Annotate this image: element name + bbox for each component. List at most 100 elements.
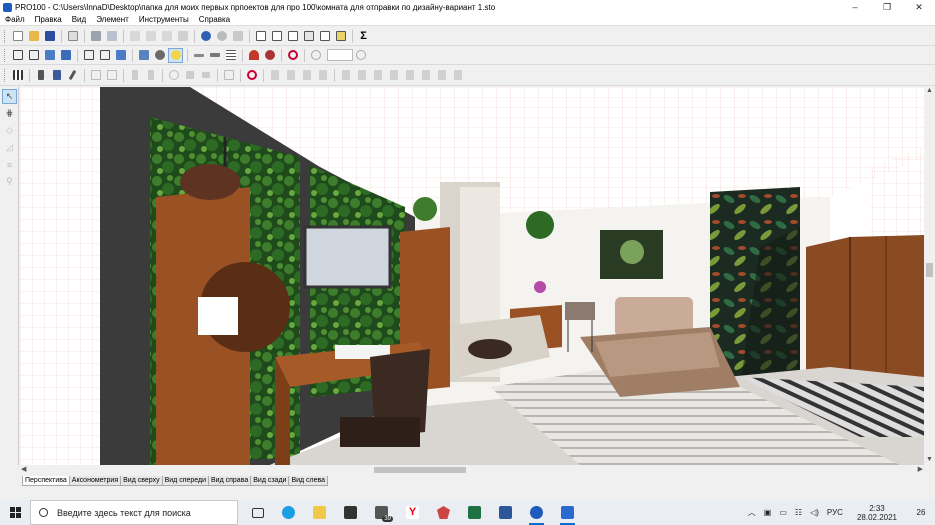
menu-tools[interactable]: Инструменты: [134, 15, 194, 24]
word-icon[interactable]: [490, 500, 521, 525]
grid-icon[interactable]: [223, 48, 238, 63]
flip-icon[interactable]: [434, 68, 449, 83]
mail-icon[interactable]: 39: [366, 500, 397, 525]
taskbar-search-box[interactable]: Введите здесь текст для поиска: [30, 500, 238, 525]
yandex-icon[interactable]: Y: [397, 500, 428, 525]
volume-icon[interactable]: ◁): [810, 508, 819, 517]
rotate-icon[interactable]: [104, 68, 119, 83]
scroll-up-icon[interactable]: ▲: [925, 87, 934, 96]
hidden-lines-icon[interactable]: [26, 48, 41, 63]
erase-tool-icon[interactable]: ◇: [2, 123, 17, 138]
copy-icon[interactable]: [143, 29, 158, 44]
group-icon[interactable]: [221, 68, 236, 83]
maximize-button[interactable]: ❐: [871, 0, 903, 14]
distribute-h-icon[interactable]: [370, 68, 385, 83]
menu-edit[interactable]: Правка: [30, 15, 67, 24]
scroll-right-icon[interactable]: ▶: [918, 465, 923, 473]
security-icon[interactable]: [428, 500, 459, 525]
toolbar-grip[interactable]: [4, 29, 7, 43]
view-wall-icon[interactable]: [81, 48, 96, 63]
camera-icon[interactable]: ▣: [764, 508, 772, 517]
file-explorer-icon[interactable]: [304, 500, 335, 525]
materials-icon[interactable]: [301, 29, 316, 44]
tab-axonometry[interactable]: Аксонометрия: [68, 476, 122, 486]
close-button[interactable]: ✕: [903, 0, 935, 14]
notifications-icon[interactable]: 26: [911, 500, 931, 525]
align-top-icon[interactable]: [315, 68, 330, 83]
tab-back-view[interactable]: Вид сзади: [250, 476, 290, 486]
align-middle-icon[interactable]: [338, 68, 353, 83]
mirror-icon[interactable]: [127, 68, 142, 83]
dimension-icon[interactable]: [191, 48, 206, 63]
stop-icon[interactable]: [244, 68, 259, 83]
wireframe-icon[interactable]: [10, 48, 25, 63]
measure-tool-icon[interactable]: ≡: [2, 157, 17, 172]
pro100-taskbar-icon[interactable]: [521, 500, 552, 525]
network-icon[interactable]: ☷: [795, 508, 802, 517]
move-up-icon[interactable]: [33, 68, 48, 83]
undo-icon[interactable]: [198, 29, 213, 44]
align-center-icon[interactable]: [283, 68, 298, 83]
excel-icon[interactable]: [459, 500, 490, 525]
properties-icon[interactable]: [65, 29, 80, 44]
reports-icon[interactable]: [269, 29, 284, 44]
menu-element[interactable]: Элемент: [91, 15, 134, 24]
start-button[interactable]: [0, 500, 30, 525]
edit-icon[interactable]: [65, 68, 80, 83]
align-left-icon[interactable]: [267, 68, 282, 83]
zoom-in-icon[interactable]: [308, 48, 323, 63]
task-view-icon[interactable]: [242, 500, 273, 525]
align-bottom-icon[interactable]: [354, 68, 369, 83]
clock[interactable]: 2:33 28.02.2021: [853, 504, 901, 522]
vertical-scrollbar[interactable]: ▲ ▼: [924, 87, 935, 465]
hatch-tool-icon[interactable]: ⋕: [2, 106, 17, 121]
rotate-cw-icon[interactable]: [166, 68, 181, 83]
menu-view[interactable]: Вид: [67, 15, 91, 24]
menu-help[interactable]: Справка: [194, 15, 235, 24]
sum-icon[interactable]: Σ: [356, 29, 371, 44]
size-icon[interactable]: [402, 68, 417, 83]
zoom-level-field[interactable]: [327, 49, 353, 61]
size-match-icon[interactable]: [418, 68, 433, 83]
tab-front-view[interactable]: Вид спереди: [161, 476, 210, 486]
minimize-button[interactable]: –: [839, 0, 871, 14]
zoom-tool-icon[interactable]: ⚲: [2, 174, 17, 189]
vertical-scroll-thumb[interactable]: [926, 263, 933, 277]
reset-icon[interactable]: [450, 68, 465, 83]
catalog-icon[interactable]: [253, 29, 268, 44]
toolbar-grip[interactable]: [4, 68, 7, 82]
align-right-icon[interactable]: [299, 68, 314, 83]
save-icon[interactable]: [42, 29, 57, 44]
paste-icon[interactable]: [159, 29, 174, 44]
tab-top-view[interactable]: Вид сверху: [120, 476, 163, 486]
store-icon[interactable]: [335, 500, 366, 525]
shading-icon[interactable]: [42, 48, 57, 63]
arrange-icon[interactable]: [88, 68, 103, 83]
move-cross-icon[interactable]: [182, 68, 197, 83]
open-folder-icon[interactable]: [26, 29, 41, 44]
print-preview-icon[interactable]: [104, 29, 119, 44]
distribute-v-icon[interactable]: [386, 68, 401, 83]
magnet-icon[interactable]: [246, 48, 261, 63]
library-icon[interactable]: [230, 29, 245, 44]
bulb-icon[interactable]: [168, 47, 183, 63]
tab-left-view[interactable]: Вид слева: [288, 476, 329, 486]
scroll-left-icon[interactable]: ◀: [21, 465, 26, 473]
textures-icon[interactable]: [58, 48, 73, 63]
measure-icon[interactable]: [207, 48, 222, 63]
target-icon[interactable]: [285, 48, 300, 63]
language-indicator[interactable]: РУС: [827, 508, 843, 517]
edge-icon[interactable]: [273, 500, 304, 525]
menu-file[interactable]: Файл: [0, 15, 30, 24]
rotate-ccw-icon[interactable]: [143, 68, 158, 83]
redo-icon[interactable]: [214, 29, 229, 44]
materials-ball-icon[interactable]: [152, 48, 167, 63]
perspective-viewport[interactable]: [20, 87, 924, 465]
battery-icon[interactable]: ▭: [779, 508, 787, 517]
tab-perspective[interactable]: Перспектива: [22, 476, 70, 486]
grid-select-icon[interactable]: [10, 68, 25, 83]
export-icon[interactable]: [317, 29, 332, 44]
align-icon[interactable]: [198, 68, 213, 83]
cut-icon[interactable]: [127, 29, 142, 44]
delete-icon[interactable]: [175, 29, 190, 44]
